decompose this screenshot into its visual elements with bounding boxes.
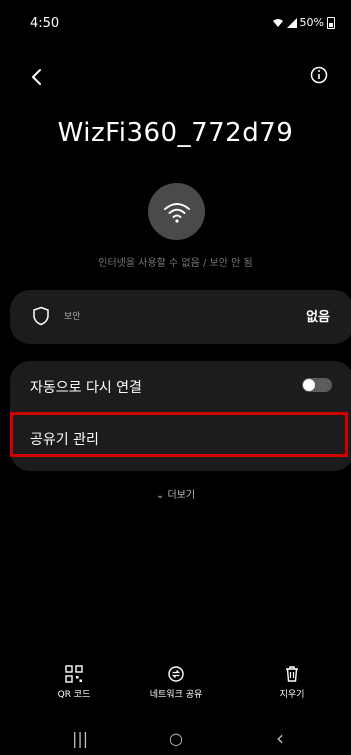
share-network-icon	[168, 666, 184, 682]
status-icons: 50%	[272, 16, 335, 29]
more-button[interactable]: ⌄ 더보기	[0, 486, 351, 501]
security-row: 보안 없음	[10, 290, 351, 344]
battery-percent: 50%	[299, 16, 324, 29]
auto-reconnect-row[interactable]: 자동으로 다시 연결	[10, 361, 351, 409]
auto-reconnect-toggle[interactable]	[302, 378, 332, 392]
back-icon[interactable]	[26, 66, 48, 88]
qr-code-label: QR 코드	[57, 690, 91, 700]
back-nav-icon[interactable]: ‹	[276, 726, 284, 750]
share-network-button[interactable]: 네트워크 공유	[136, 665, 216, 700]
delete-label: 지우기	[279, 690, 305, 700]
network-ssid: WizFi360_772d79	[57, 118, 294, 148]
info-icon[interactable]	[309, 65, 329, 85]
recents-icon[interactable]: |||	[72, 729, 88, 748]
wifi-badge	[148, 183, 205, 240]
shield-icon	[33, 306, 49, 326]
wifi-status-icon	[272, 18, 283, 27]
signal-icon	[286, 17, 297, 28]
security-label: 보안	[64, 312, 81, 322]
bottom-actions: QR 코드 네트워크 공유 지우기	[0, 665, 351, 715]
highlight-box	[10, 412, 348, 457]
security-value: 없음	[306, 310, 330, 325]
auto-reconnect-label: 자동으로 다시 연결	[30, 380, 142, 396]
battery-icon	[327, 16, 335, 29]
chevron-down-icon: ⌄	[155, 490, 165, 501]
status-time: 4:50	[30, 16, 60, 31]
more-label: 더보기	[167, 490, 196, 501]
share-network-label: 네트워크 공유	[149, 690, 203, 700]
navigation-bar: ||| ○ ‹	[0, 725, 351, 755]
wifi-icon	[163, 202, 190, 223]
trash-icon	[286, 666, 298, 682]
home-icon[interactable]: ○	[169, 729, 183, 748]
status-bar: 4:50 50%	[0, 0, 351, 40]
delete-button[interactable]: 지우기	[252, 665, 332, 700]
qr-code-button[interactable]: QR 코드	[34, 665, 114, 700]
connection-status: 인터넷을 사용할 수 없음 / 보안 안 됨	[98, 258, 253, 269]
qr-code-icon	[65, 665, 83, 683]
toggle-knob	[303, 379, 315, 391]
